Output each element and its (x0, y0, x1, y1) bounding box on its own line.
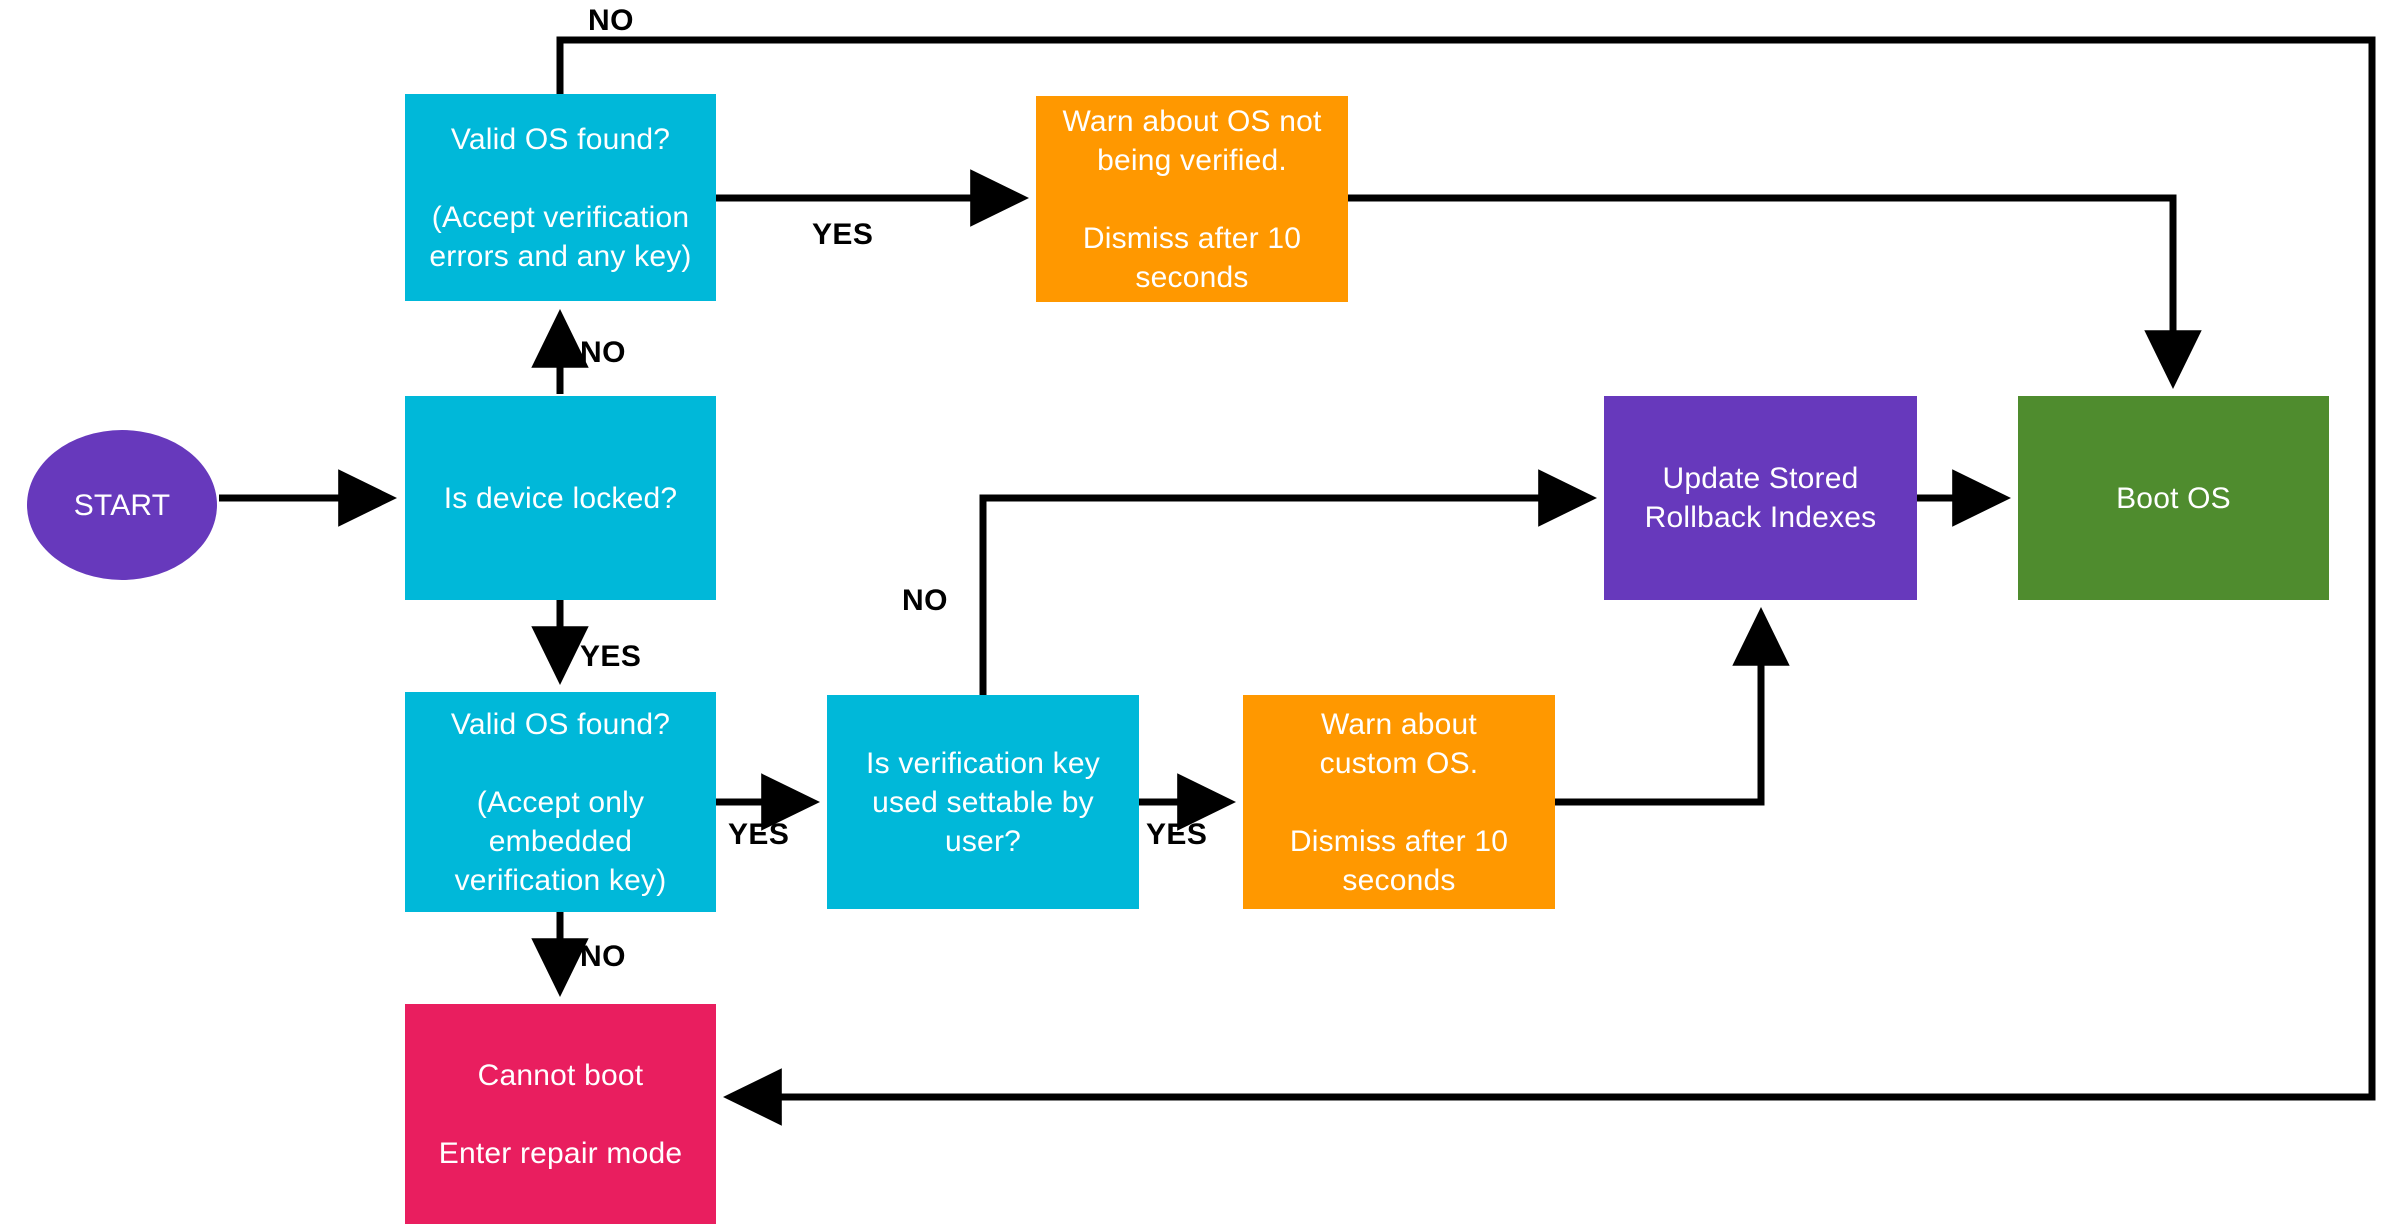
edge-label-yes-key-settable: YES (1146, 818, 1208, 851)
node-warn-custom-os[interactable]: Warn about custom OS. Dismiss after 10 s… (1243, 695, 1555, 909)
node-is-verification-key-settable[interactable]: Is verification key used settable by use… (827, 695, 1139, 909)
node-valid-os-found-top[interactable]: Valid OS found? (Accept verification err… (405, 94, 716, 301)
node-warn-os-not-verified-label: Warn about OS not being verified. Dismis… (1062, 104, 1322, 294)
edge-label-yes-valid-os-bottom: YES (728, 818, 790, 851)
node-update-stored-rollback-indexes-label: Update Stored Rollback Indexes (1644, 462, 1877, 534)
node-valid-os-found-bottom[interactable]: Valid OS found? (Accept only embedded ve… (405, 692, 716, 912)
node-update-stored-rollback-indexes[interactable]: Update Stored Rollback Indexes (1604, 396, 1917, 600)
edge-label-no-valid-os-bottom: NO (580, 940, 626, 973)
node-warn-os-not-verified[interactable]: Warn about OS not being verified. Dismis… (1036, 96, 1348, 302)
edge-warn-not-verified-to-boot-os (1348, 194, 2202, 389)
node-boot-os[interactable]: Boot OS (2018, 396, 2329, 600)
node-start-label: START (73, 488, 171, 522)
node-warn-custom-os-label: Warn about custom OS. Dismiss after 10 s… (1289, 707, 1509, 897)
node-valid-os-found-top-label: Valid OS found? (Accept verification err… (429, 122, 692, 273)
node-is-verification-key-settable-label: Is verification key used settable by use… (866, 746, 1100, 858)
node-is-device-locked-label: Is device locked? (443, 481, 678, 515)
edge-label-yes-is-device-locked: YES (580, 640, 642, 673)
node-start[interactable]: START (27, 430, 217, 580)
node-is-device-locked[interactable]: Is device locked? (405, 396, 716, 600)
edge-label-no-top-loop: NO (588, 4, 634, 37)
node-cannot-boot[interactable]: Cannot boot Enter repair mode (405, 1004, 716, 1224)
node-boot-os-label: Boot OS (2116, 481, 2231, 515)
edge-label-yes-valid-os-top: YES (812, 218, 874, 251)
edge-key-settable-no-to-update-rollback (979, 469, 1597, 695)
edge-label-no-is-device-locked: NO (580, 336, 626, 369)
node-valid-os-found-bottom-label: Valid OS found? (Accept only embedded ve… (450, 707, 671, 897)
edge-label-no-key-settable: NO (902, 584, 948, 617)
node-cannot-boot-label: Cannot boot Enter repair mode (438, 1058, 683, 1170)
flowchart-canvas: START Valid OS found? (Accept verificati… (0, 0, 2408, 1228)
edge-warn-custom-os-to-update-rollback (1555, 607, 1790, 806)
